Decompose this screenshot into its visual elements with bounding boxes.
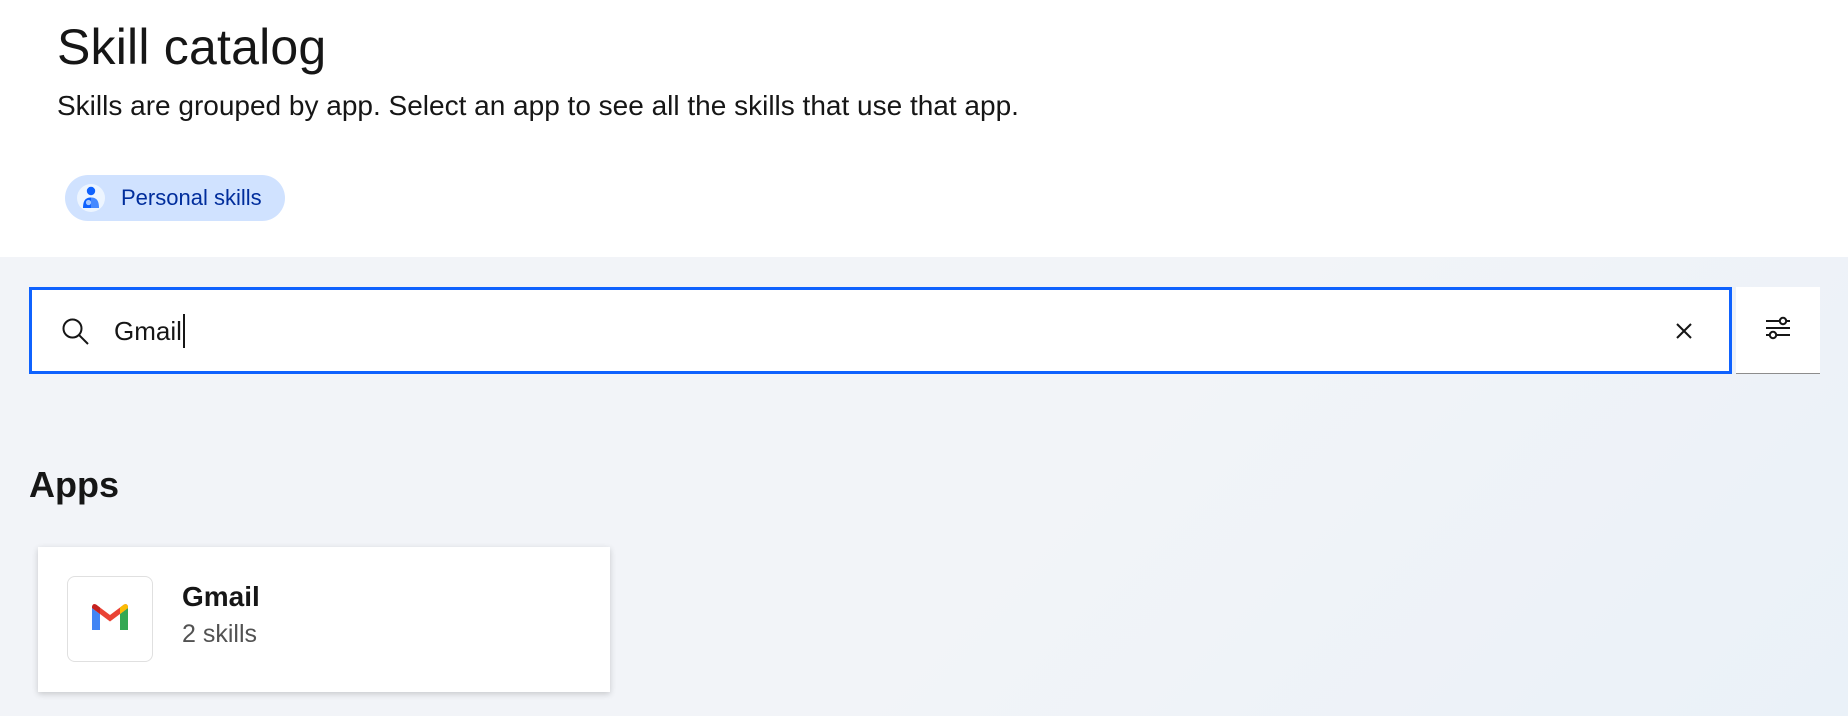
apps-section-title: Apps	[29, 464, 119, 505]
page-header: Skill catalog Skills are grouped by app.…	[0, 0, 1848, 257]
text-cursor	[183, 314, 185, 348]
tag-label: Personal skills	[121, 185, 262, 210]
main-content: Apps Gmail 2 skills	[0, 257, 1848, 716]
gmail-logo-icon	[90, 602, 130, 637]
person-icon	[77, 184, 105, 212]
page-subtitle: Skills are grouped by app. Select an app…	[57, 90, 1019, 121]
app-logo-tile	[67, 576, 153, 662]
search-box[interactable]	[29, 287, 1732, 374]
app-name: Gmail	[182, 581, 260, 612]
app-card-gmail[interactable]: Gmail 2 skills	[38, 547, 610, 692]
personal-skills-tag[interactable]: Personal skills	[65, 175, 285, 221]
filter-button[interactable]	[1736, 287, 1820, 374]
sliders-icon	[1763, 313, 1793, 348]
search-input[interactable]	[114, 308, 1614, 354]
search-icon	[60, 316, 90, 346]
page-title: Skill catalog	[57, 19, 327, 75]
close-icon[interactable]	[1669, 316, 1699, 346]
app-skill-count: 2 skills	[182, 620, 258, 648]
